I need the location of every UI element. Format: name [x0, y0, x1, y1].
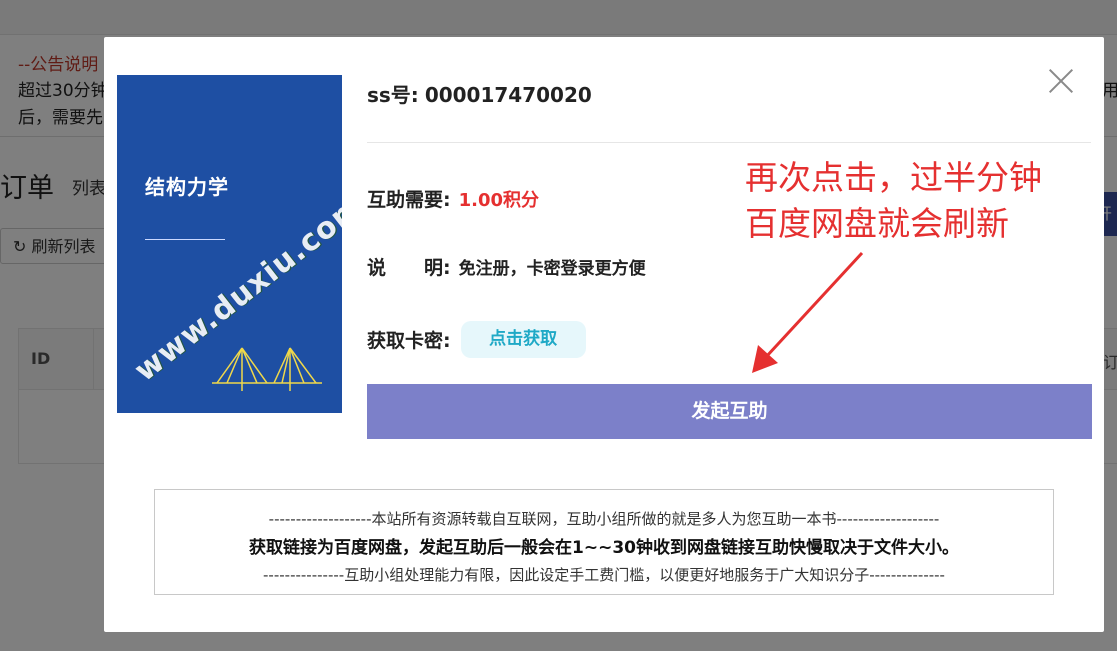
- annotation-text: 再次点击，过半分钟 百度网盘就会刷新: [745, 155, 1042, 247]
- cost-value: 1.00积分: [458, 190, 540, 211]
- cost-row: 互助需要: 1.00积分: [367, 185, 539, 212]
- card-key-row: 获取卡密: 点击获取: [367, 321, 586, 358]
- launch-help-button[interactable]: 发起互助: [367, 384, 1092, 439]
- info-line: ---------------互助小组处理能力有限，因此设定手工费门槛，以便更好…: [263, 566, 945, 584]
- bridge-illustration: [212, 347, 322, 391]
- info-line-emphasis: 获取链接为百度网盘，发起互助后一般会在1~~30钟收到网盘链接互助快慢取决于文件…: [249, 538, 959, 558]
- cover-author-line: [145, 239, 225, 260]
- info-line: -------------------本站所有资源转载自互联网，互助小组所做的就…: [268, 510, 940, 528]
- book-help-dialog: 结构力学 www.duxiu.com ss号: 000017470020 互助需要…: [104, 37, 1104, 632]
- get-card-key-button[interactable]: 点击获取: [460, 321, 586, 358]
- annotation-line: 百度网盘就会刷新: [745, 204, 1009, 243]
- ss-value: 000017470020: [424, 83, 592, 107]
- book-cover-image: 结构力学 www.duxiu.com: [117, 75, 342, 413]
- ss-number: ss号: 000017470020: [367, 79, 592, 108]
- ss-label: ss号:: [367, 83, 419, 107]
- divider: [367, 142, 1091, 143]
- description-row: 说 明: 免注册，卡密登录更方便: [367, 253, 646, 280]
- close-icon[interactable]: [1047, 67, 1075, 95]
- description-label: 说 明:: [367, 257, 451, 279]
- annotation-arrow-icon: [752, 251, 864, 373]
- cost-label: 互助需要:: [367, 189, 451, 211]
- cover-title: 结构力学: [145, 175, 229, 199]
- card-key-label: 获取卡密:: [367, 330, 451, 352]
- cover-series-text: [227, 89, 327, 101]
- description-value: 免注册，卡密登录更方便: [458, 259, 646, 279]
- annotation-line: 再次点击，过半分钟: [745, 158, 1042, 197]
- info-box: -------------------本站所有资源转载自互联网，互助小组所做的就…: [154, 489, 1054, 595]
